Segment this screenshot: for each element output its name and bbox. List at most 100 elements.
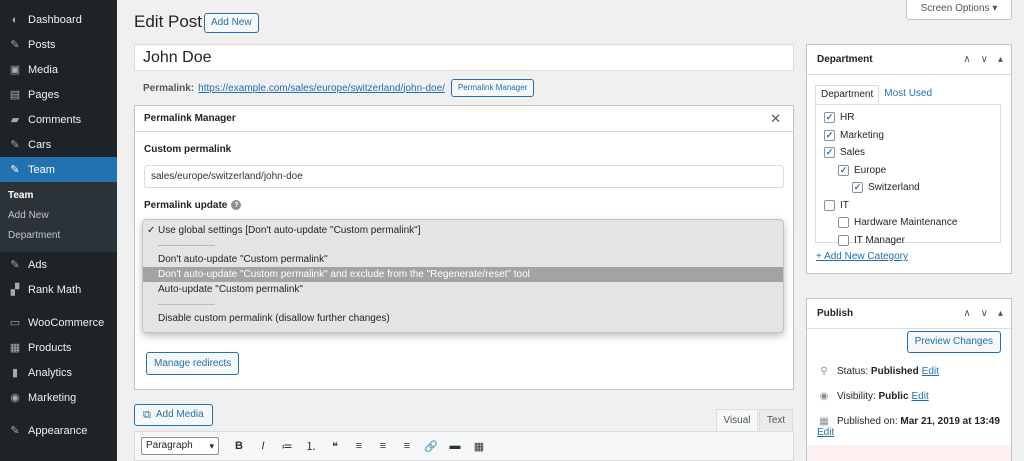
published-edit-link[interactable]: Edit (817, 427, 834, 438)
category-checkbox[interactable] (838, 217, 849, 229)
numbered-list-icon[interactable]: ⒈ (299, 438, 323, 454)
sidebar-item-posts[interactable]: ✎ Posts (0, 32, 117, 57)
category-checkbox[interactable]: ✓ (852, 182, 863, 194)
category-checklist: ✓ HR ✓ Marketing ✓ Sales ✓ Europe ✓ Switzerland IT… (815, 104, 1001, 246)
chevron-down-icon[interactable]: ∨ (981, 299, 988, 329)
publish-box-header: Publish ∧ ∨ ▴ (807, 299, 1011, 329)
eye-icon: ◉ (819, 391, 829, 402)
bold-icon[interactable]: B (227, 440, 251, 452)
close-icon[interactable]: ✕ (770, 106, 781, 132)
permalink-manager-button[interactable]: Permalink Manager (450, 79, 535, 97)
pin-icon: ⚲ (820, 366, 828, 377)
sidebar-item-dashboard[interactable]: ◐ Dashboard (0, 7, 117, 32)
sidebar-item-label: Posts (28, 38, 56, 51)
page-title: Edit Post (134, 12, 203, 31)
help-icon[interactable]: ? (231, 200, 242, 211)
submenu-item-department[interactable]: Department (0, 226, 117, 246)
sidebar-item-analytics[interactable]: ▮ Analytics (0, 360, 117, 385)
category-checkbox[interactable] (824, 199, 835, 211)
chevron-down-icon[interactable]: ∨ (981, 45, 988, 75)
sidebar-item-marketing[interactable]: ◉ Marketing (0, 385, 117, 410)
category-label: Marketing (840, 129, 884, 141)
sidebar-item-media[interactable]: ▣ Media (0, 57, 117, 82)
submenu-item-team[interactable]: Team (0, 186, 117, 206)
publish-box: Publish ∧ ∨ ▴ Preview Changes ⚲ Status: … (806, 298, 1012, 461)
sidebar-item-label: Rank Math (28, 283, 82, 296)
chevron-up-icon[interactable]: ∧ (963, 299, 970, 329)
collapse-icon[interactable]: ▴ (998, 299, 1003, 329)
custom-permalink-label: Custom permalink (144, 144, 232, 155)
pages-icon: ▤ (9, 89, 21, 101)
category-checkbox[interactable] (838, 234, 849, 246)
tab-visual[interactable]: Visual (716, 409, 758, 431)
format-select[interactable]: Paragraph (141, 437, 219, 455)
permalink-update-text: Permalink update (144, 200, 228, 211)
permalink-manager-panel: Permalink Manager ✕ Custom permalink sal… (134, 105, 794, 390)
category-checkbox[interactable]: ✓ (838, 164, 849, 176)
tab-most-used[interactable]: Most Used (879, 85, 937, 104)
visibility-edit-link[interactable]: Edit (912, 391, 929, 402)
sidebar-item-appearance[interactable]: ✎ Appearance (0, 418, 117, 443)
category-checkbox[interactable]: ✓ (824, 112, 835, 124)
screen-options-button[interactable]: Screen Options ▾ (906, 0, 1012, 20)
sidebar-item-cars[interactable]: ✎ Cars (0, 132, 117, 157)
status-row: ⚲ Status: Published Edit (817, 366, 939, 377)
align-right-icon[interactable]: ≡ (395, 440, 419, 452)
sidebar-item-products[interactable]: ▦ Products (0, 335, 117, 360)
rankmath-icon: ▞ (10, 284, 20, 296)
dropdown-option-disable[interactable]: Disable custom permalink (disallow furth… (143, 311, 783, 326)
category-item: ✓ Europe (816, 162, 1000, 180)
align-left-icon[interactable]: ≡ (347, 440, 371, 452)
collapse-icon[interactable]: ▴ (998, 45, 1003, 75)
permalink-link[interactable]: https://example.com/sales/europe/switzer… (198, 83, 445, 94)
status-edit-link[interactable]: Edit (922, 366, 939, 377)
permalink-update-label: Permalink update? (144, 200, 242, 211)
bullet-list-icon[interactable]: ≔ (275, 440, 299, 453)
post-title-input[interactable]: John Doe (134, 44, 794, 71)
blockquote-icon[interactable]: ❝ (323, 440, 347, 453)
custom-permalink-input[interactable]: sales/europe/switzerland/john-doe (144, 165, 784, 188)
category-checkbox[interactable]: ✓ (824, 129, 835, 141)
chevron-up-icon[interactable]: ∧ (963, 45, 970, 75)
dropdown-option-auto-update[interactable]: Auto-update "Custom permalink" (143, 282, 783, 297)
visibility-row: ◉ Visibility: Public Edit (817, 391, 929, 402)
permalink-update-dropdown[interactable]: Use global settings [Don't auto-update "… (142, 219, 784, 333)
appearance-icon: ✎ (10, 425, 20, 437)
category-checkbox[interactable]: ✓ (824, 147, 835, 159)
add-media-button[interactable]: ⧉ Add Media (134, 404, 213, 426)
read-more-icon[interactable]: ▬ (443, 440, 467, 452)
published-value: Mar 21, 2019 at 13:49 (900, 416, 1000, 427)
sidebar-item-comments[interactable]: ▰ Comments (0, 107, 117, 132)
sidebar-item-label: Ads (28, 258, 47, 271)
sidebar-item-rank-math[interactable]: ▞ Rank Math (0, 277, 117, 302)
panel-title: Permalink Manager (144, 113, 236, 124)
toolbar-toggle-icon[interactable]: ▦ (467, 440, 491, 453)
admin-sidebar: ◐ Dashboard ✎ Posts ▣ Media ▤ Pages ▰ Comments ✎ Ca… (0, 0, 117, 461)
category-item: ✓ Sales (816, 144, 1000, 162)
sidebar-item-ads[interactable]: ✎ Ads (0, 252, 117, 277)
tab-all-categories[interactable]: Department (815, 85, 880, 104)
submenu-item-add-new[interactable]: Add New (0, 206, 117, 226)
sidebar-item-woocommerce[interactable]: ▭ WooCommerce (0, 310, 117, 335)
category-item: Hardware Maintenance (816, 214, 1000, 232)
dropdown-option-global[interactable]: Use global settings [Don't auto-update "… (143, 223, 783, 238)
dropdown-option-no-auto-update[interactable]: Don't auto-update "Custom permalink" (143, 252, 783, 267)
add-new-button[interactable]: Add New (204, 13, 259, 33)
editor-toolbar: Paragraph B I ≔ ⒈ ❝ ≡ ≡ ≡ 🔗 ▬ ▦ (134, 431, 794, 461)
category-label: Europe (854, 164, 887, 176)
sidebar-item-pages[interactable]: ▤ Pages (0, 82, 117, 107)
permalink-label: Permalink: (143, 82, 195, 94)
italic-icon[interactable]: I (251, 440, 275, 452)
sidebar-item-label: Marketing (28, 391, 77, 404)
preview-changes-button[interactable]: Preview Changes (906, 331, 1001, 353)
tab-text[interactable]: Text (759, 409, 793, 431)
link-icon[interactable]: 🔗 (419, 440, 443, 453)
dropdown-option-exclude[interactable]: Don't auto-update "Custom permalink" and… (143, 267, 783, 282)
sidebar-item-label: Products (28, 341, 72, 354)
align-center-icon[interactable]: ≡ (371, 440, 395, 452)
team-submenu: Team Add New Department (0, 182, 117, 252)
manage-redirects-button[interactable]: Manage redirects (146, 352, 240, 375)
sidebar-item-team[interactable]: ✎ Team (0, 157, 117, 182)
pin-icon: ✎ (10, 39, 20, 51)
add-new-category-link[interactable]: + Add New Category (816, 251, 908, 262)
